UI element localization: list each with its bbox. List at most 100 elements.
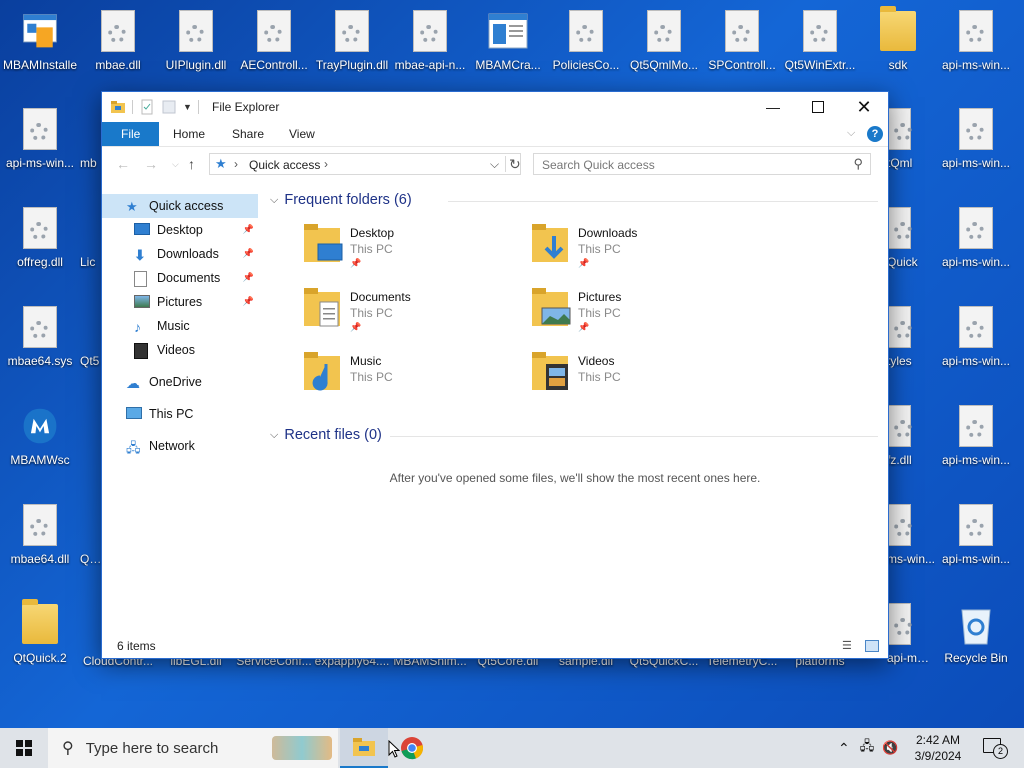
file-shape	[101, 10, 135, 52]
volume-muted-icon[interactable]: 🔇	[882, 740, 898, 756]
sidebar-item-pictures[interactable]: Pictures 📌	[102, 290, 258, 314]
expand-ribbon-chevron-icon[interactable]: ⌵	[847, 127, 855, 140]
desktop-icon-partial[interactable]: tyles	[887, 304, 935, 368]
breadcrumb-separator-icon[interactable]: ›	[234, 157, 238, 171]
new-folder-icon[interactable]	[161, 99, 177, 115]
desktop-icon-partial[interactable]: ms-win...	[887, 502, 935, 566]
frequent-folders-header[interactable]: ⌵ Frequent folders (6)	[270, 192, 412, 208]
properties-icon[interactable]	[139, 99, 155, 115]
recent-locations-chevron-icon[interactable]: ⌵	[172, 159, 179, 170]
folder-tile-downloads[interactable]: Downloads This PC 📌	[530, 222, 750, 282]
desktop-icon-partial[interactable]: api-ms-win...	[887, 601, 935, 665]
desktop-icon-item[interactable]: api-ms-win...	[937, 403, 1015, 467]
desktop-icon-item[interactable]: Qt5QmlMo...	[625, 8, 703, 72]
desktop-icon-partial[interactable]: tQml	[887, 106, 935, 170]
maximize-button[interactable]	[795, 92, 841, 122]
desktop-icon-partial[interactable]: Qt5	[79, 304, 101, 368]
back-arrow-icon[interactable]: ←	[116, 156, 130, 172]
folder-tile-desktop[interactable]: Desktop This PC 📌	[302, 222, 522, 282]
tab-file[interactable]: File	[102, 122, 160, 146]
address-dropdown-chevron-icon[interactable]: ⌵	[490, 157, 499, 172]
large-icons-view-icon[interactable]	[865, 640, 879, 652]
desktop-icon-item[interactable]: AEControll...	[235, 8, 313, 72]
start-button[interactable]	[0, 728, 48, 768]
collapse-chevron-icon[interactable]: ⌵	[270, 194, 278, 207]
folder-icon	[20, 599, 60, 647]
folder-tile-music[interactable]: Music This PC	[302, 350, 522, 410]
desktop-icon-item[interactable]: offreg.dll	[1, 205, 79, 269]
collapse-chevron-icon[interactable]: ⌵	[270, 429, 278, 442]
desktop-icon-item[interactable]: mbae64.dll	[1, 502, 79, 566]
taskbar-search-input[interactable]: Type here to search	[86, 740, 219, 757]
desktop-icon-partial[interactable]	[79, 403, 101, 453]
sidebar-item-videos[interactable]: Videos	[102, 338, 258, 362]
recycle-icon	[956, 601, 996, 647]
forward-arrow-icon[interactable]: →	[144, 156, 158, 172]
desktop-icon-item[interactable]: api-ms-win...	[937, 8, 1015, 72]
clock[interactable]: 2:42 AM 3/9/2024	[906, 732, 970, 764]
desktop-icon-item[interactable]: UIPlugin.dll	[157, 8, 235, 72]
up-arrow-icon[interactable]: ↑	[188, 156, 195, 172]
desktop-icon-item[interactable]: PoliciesCo...	[547, 8, 625, 72]
desktop-icon-partial[interactable]: Quick	[887, 205, 935, 269]
breadcrumb-quick-access[interactable]: Quick access	[249, 158, 320, 172]
tab-share[interactable]: Share	[218, 122, 278, 146]
refresh-icon[interactable]: ↻	[505, 156, 525, 172]
desktop-icon-item[interactable]: TrayPlugin.dll	[313, 8, 391, 72]
sidebar-item-music[interactable]: ♪ Music	[102, 314, 258, 338]
folder-tile-pictures[interactable]: Pictures This PC 📌	[530, 286, 750, 346]
breadcrumb-separator-icon[interactable]: ›	[324, 157, 328, 171]
sidebar-item-onedrive[interactable]: ☁ OneDrive	[102, 370, 258, 394]
desktop-icon-item[interactable]: api-ms-win...	[937, 205, 1015, 269]
taskbar-file-explorer[interactable]	[340, 728, 388, 768]
desktop-icon-item[interactable]: SPControll...	[703, 8, 781, 72]
network-disconnected-icon[interactable]: 🖧	[860, 737, 875, 759]
help-icon[interactable]: ?	[867, 126, 883, 142]
desktop-icon-item[interactable]: MBAMInstalle	[1, 8, 79, 72]
address-bar[interactable]: ★ › Quick access › ⌵	[209, 153, 521, 175]
tab-home[interactable]: Home	[159, 122, 219, 146]
desktop-icon-item[interactable]: Recycle Bin	[937, 601, 1015, 665]
title-bar[interactable]: ▼ File Explorer — ✕	[102, 92, 888, 122]
search-box[interactable]: Search Quick access ⚲	[533, 153, 871, 175]
file-icon	[79, 106, 101, 152]
file-shape	[569, 10, 603, 52]
sidebar-item-downloads[interactable]: ⬇ Downloads 📌	[102, 242, 258, 266]
desktop-icon-item[interactable]: mbae.dll	[79, 8, 157, 72]
desktop-icon-partial[interactable]: fz.dll	[887, 403, 935, 467]
tab-view[interactable]: View	[275, 122, 329, 146]
customize-toolbar-chevron-icon[interactable]: ▼	[183, 102, 192, 112]
sidebar-item-network[interactable]: 🖧 Network	[102, 434, 258, 458]
search-icon[interactable]: ⚲	[853, 156, 863, 172]
sidebar-item-desktop[interactable]: Desktop 📌	[102, 218, 258, 242]
desktop-icon-item[interactable]: QtQuick.2	[1, 599, 79, 665]
desktop-icon-label: QtQuick.2	[13, 651, 67, 665]
desktop-icon-partial[interactable]: mb	[79, 106, 101, 170]
desktop-icon-item[interactable]: mbae64.sys	[1, 304, 79, 368]
desktop-icon-partial[interactable]: QtV	[79, 502, 101, 566]
details-view-icon[interactable]: ☰	[842, 639, 852, 652]
close-button[interactable]: ✕	[841, 92, 887, 122]
search-input[interactable]: Search Quick access	[542, 158, 655, 172]
sidebar-item-documents[interactable]: Documents 📌	[102, 266, 258, 290]
pin-icon: 📌	[350, 322, 362, 332]
desktop-icon-item[interactable]: mbae-api-n...	[391, 8, 469, 72]
desktop-icon-item[interactable]: api-ms-win...	[937, 304, 1015, 368]
recent-files-header[interactable]: ⌵ Recent files (0)	[270, 427, 382, 443]
desktop-icon-partial[interactable]: Lic	[79, 205, 101, 269]
desktop-icon-item[interactable]: MBAMWsc	[1, 403, 79, 467]
sidebar-item-this-pc[interactable]: This PC	[102, 402, 258, 426]
desktop-icon-item[interactable]: api-ms-win...	[1, 106, 79, 170]
minimize-button[interactable]: —	[750, 92, 796, 122]
sidebar-item-quick-access[interactable]: ★ Quick access	[102, 194, 258, 218]
folder-tile-videos[interactable]: Videos This PC	[530, 350, 750, 410]
taskbar-search-box[interactable]: ⚲ Type here to search	[48, 728, 338, 768]
show-hidden-icons-chevron-icon[interactable]: ⌃	[838, 740, 850, 757]
desktop-icon-item[interactable]: MBAMCra...	[469, 8, 547, 72]
desktop-icon-item[interactable]: Qt5WinExtr...	[781, 8, 859, 72]
desktop-icon-item[interactable]: api-ms-win...	[937, 106, 1015, 170]
desktop-icon-item[interactable]: sdk	[859, 6, 937, 72]
folder-tile-documents[interactable]: Documents This PC 📌	[302, 286, 522, 346]
desktop-icon-item[interactable]: api-ms-win...	[937, 502, 1015, 566]
action-center-button[interactable]: 2	[980, 736, 1008, 760]
